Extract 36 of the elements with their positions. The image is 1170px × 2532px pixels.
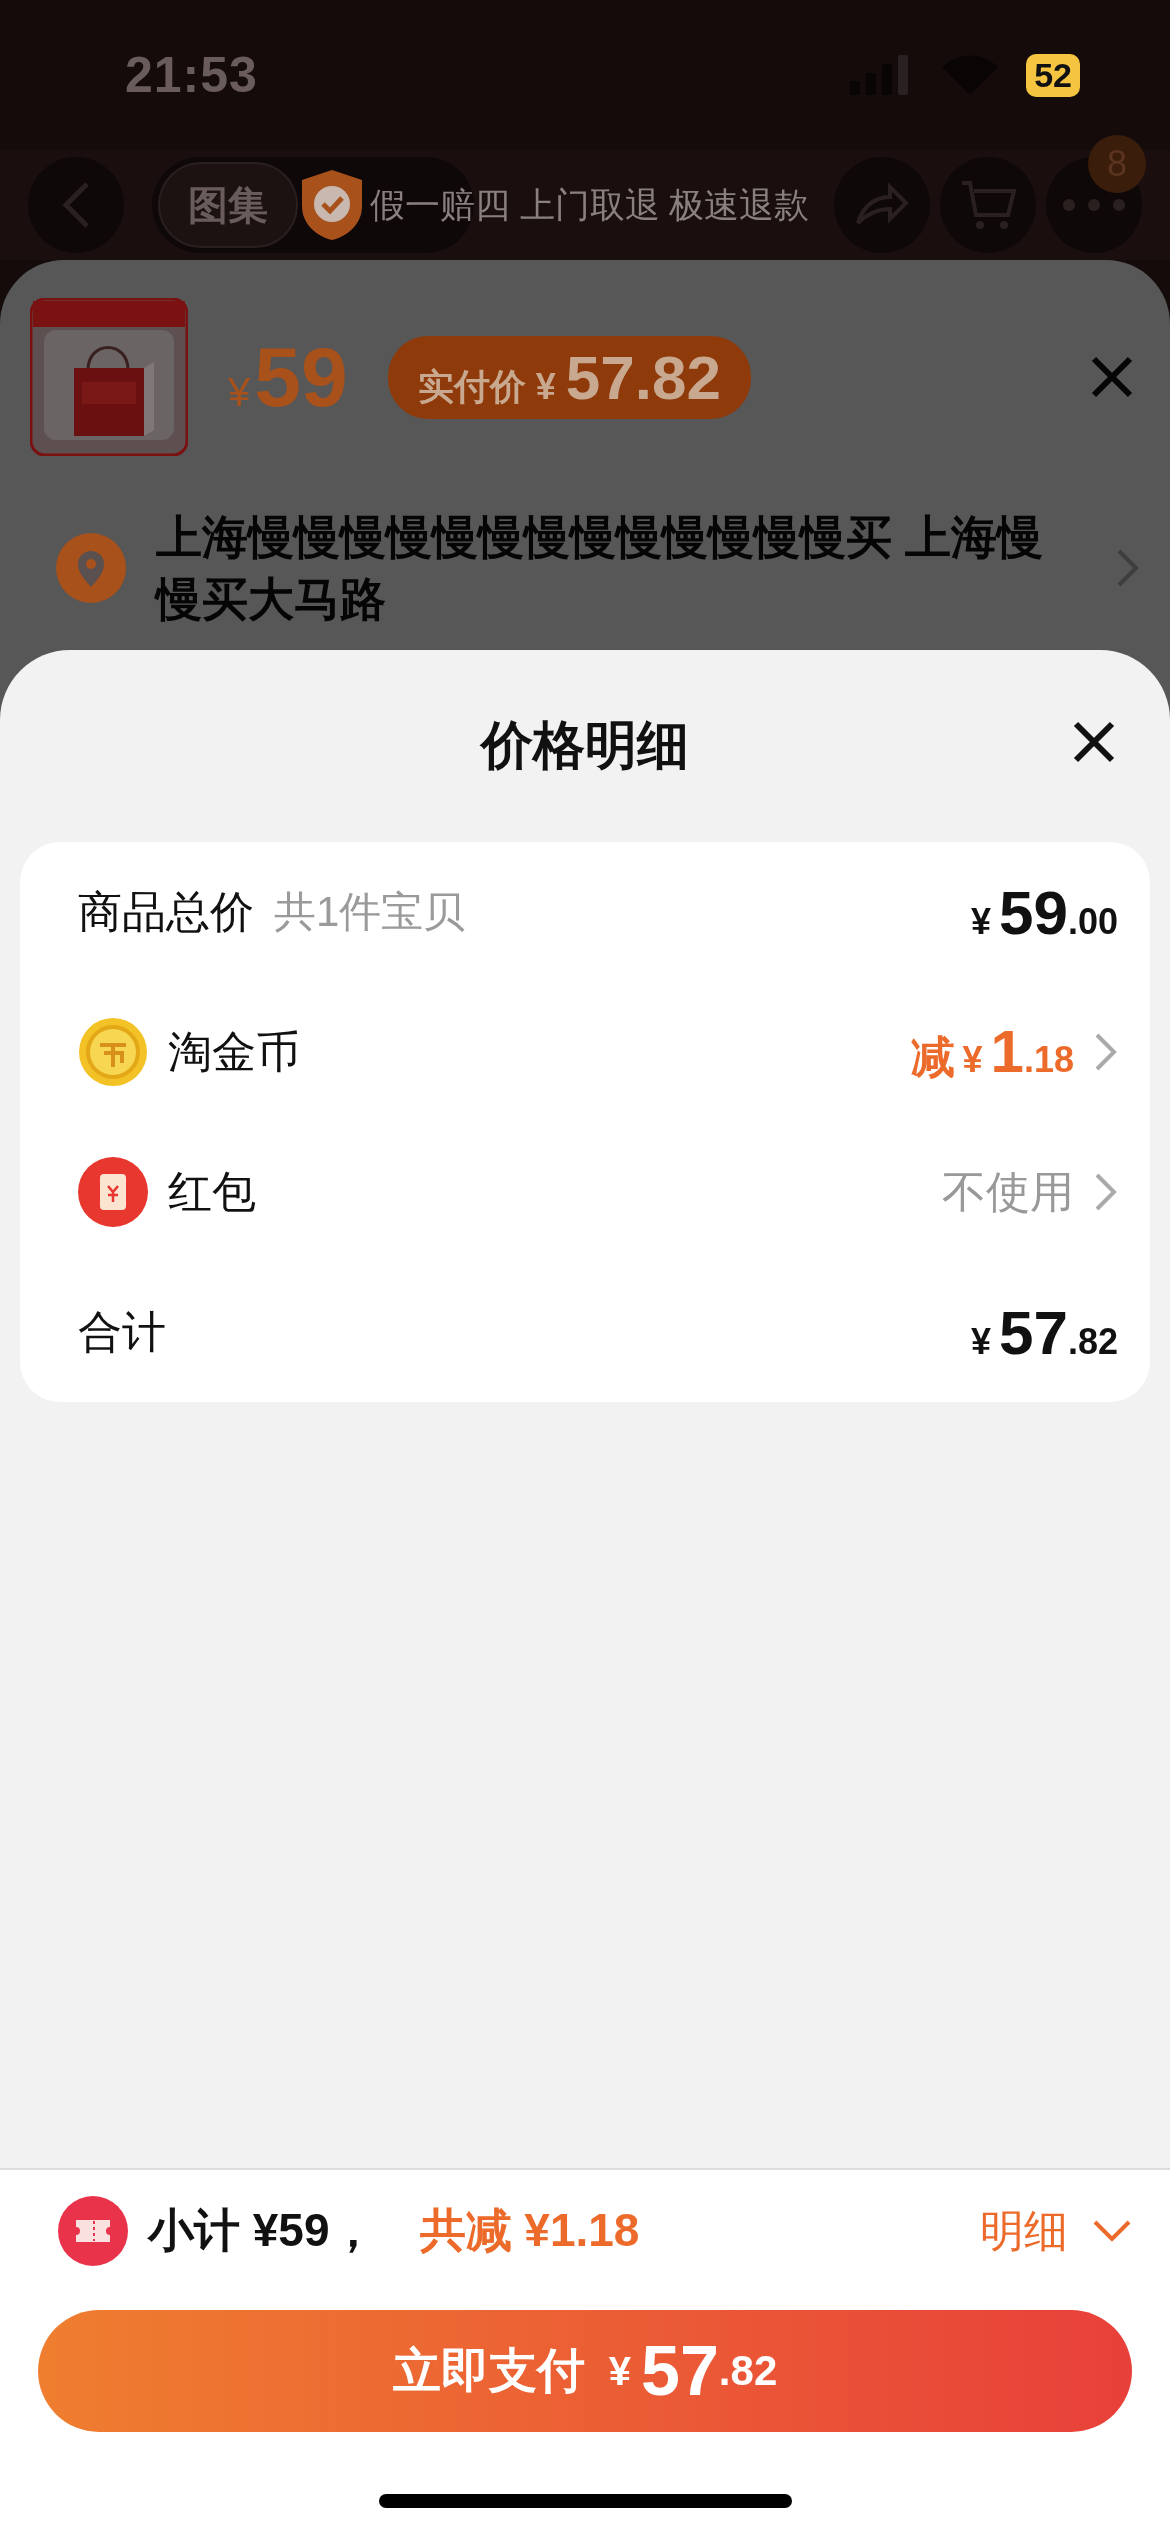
item-count-text: 共1件宝贝 — [274, 887, 466, 937]
chevron-right-icon — [1094, 1032, 1118, 1072]
address-text: 上海慢慢慢慢慢慢慢慢慢慢慢慢慢买 上海慢慢买大马路 — [156, 510, 1044, 627]
battery-level: 52 — [1026, 53, 1080, 97]
status-time: 21:53 — [125, 46, 258, 104]
product-price: ¥59 — [228, 328, 348, 426]
back-icon — [61, 181, 91, 229]
price-text: ¥59.00 — [969, 876, 1118, 948]
guarantee-text: 假一赔四 上门取退 极速退款 — [370, 183, 810, 226]
close-icon — [1091, 356, 1133, 398]
more-icon — [1062, 198, 1126, 212]
close-icon — [1073, 721, 1115, 763]
chevron-down-icon — [1092, 2219, 1132, 2243]
coin-icon — [78, 1017, 148, 1087]
shield-check-icon — [300, 168, 364, 242]
cart-icon — [960, 179, 1016, 231]
row-label: 合计 — [78, 1305, 166, 1358]
row-label: 淘金币 — [168, 1025, 300, 1078]
price-text: ¥57.82 — [969, 1296, 1118, 1368]
subtotal-text: 小计 ¥59， — [148, 2203, 376, 2258]
row-label: 商品总价 — [78, 885, 254, 938]
row-label: 红包 — [168, 1165, 256, 1218]
gallery-tab[interactable]: 图集 — [158, 162, 298, 248]
sheet-title: 价格明细 — [481, 715, 689, 776]
details-toggle[interactable]: 明细 — [980, 2201, 1132, 2261]
chevron-right-icon — [1116, 548, 1140, 588]
location-pin-icon — [56, 533, 126, 603]
price-text: 减 ¥1.18 — [910, 1017, 1074, 1087]
pay-button[interactable]: 立即支付 ¥57.82 — [38, 2310, 1132, 2432]
paid-price-badge: 实付价 ¥ 57.82 — [387, 335, 751, 419]
share-icon — [854, 183, 910, 227]
envelope-icon — [78, 1157, 148, 1227]
ticket-icon — [58, 2196, 128, 2266]
chevron-right-icon — [1094, 1172, 1118, 1212]
discount-total-text: 共减 ¥1.18 — [419, 2203, 640, 2258]
option-value[interactable]: 不使用 — [942, 1162, 1074, 1222]
